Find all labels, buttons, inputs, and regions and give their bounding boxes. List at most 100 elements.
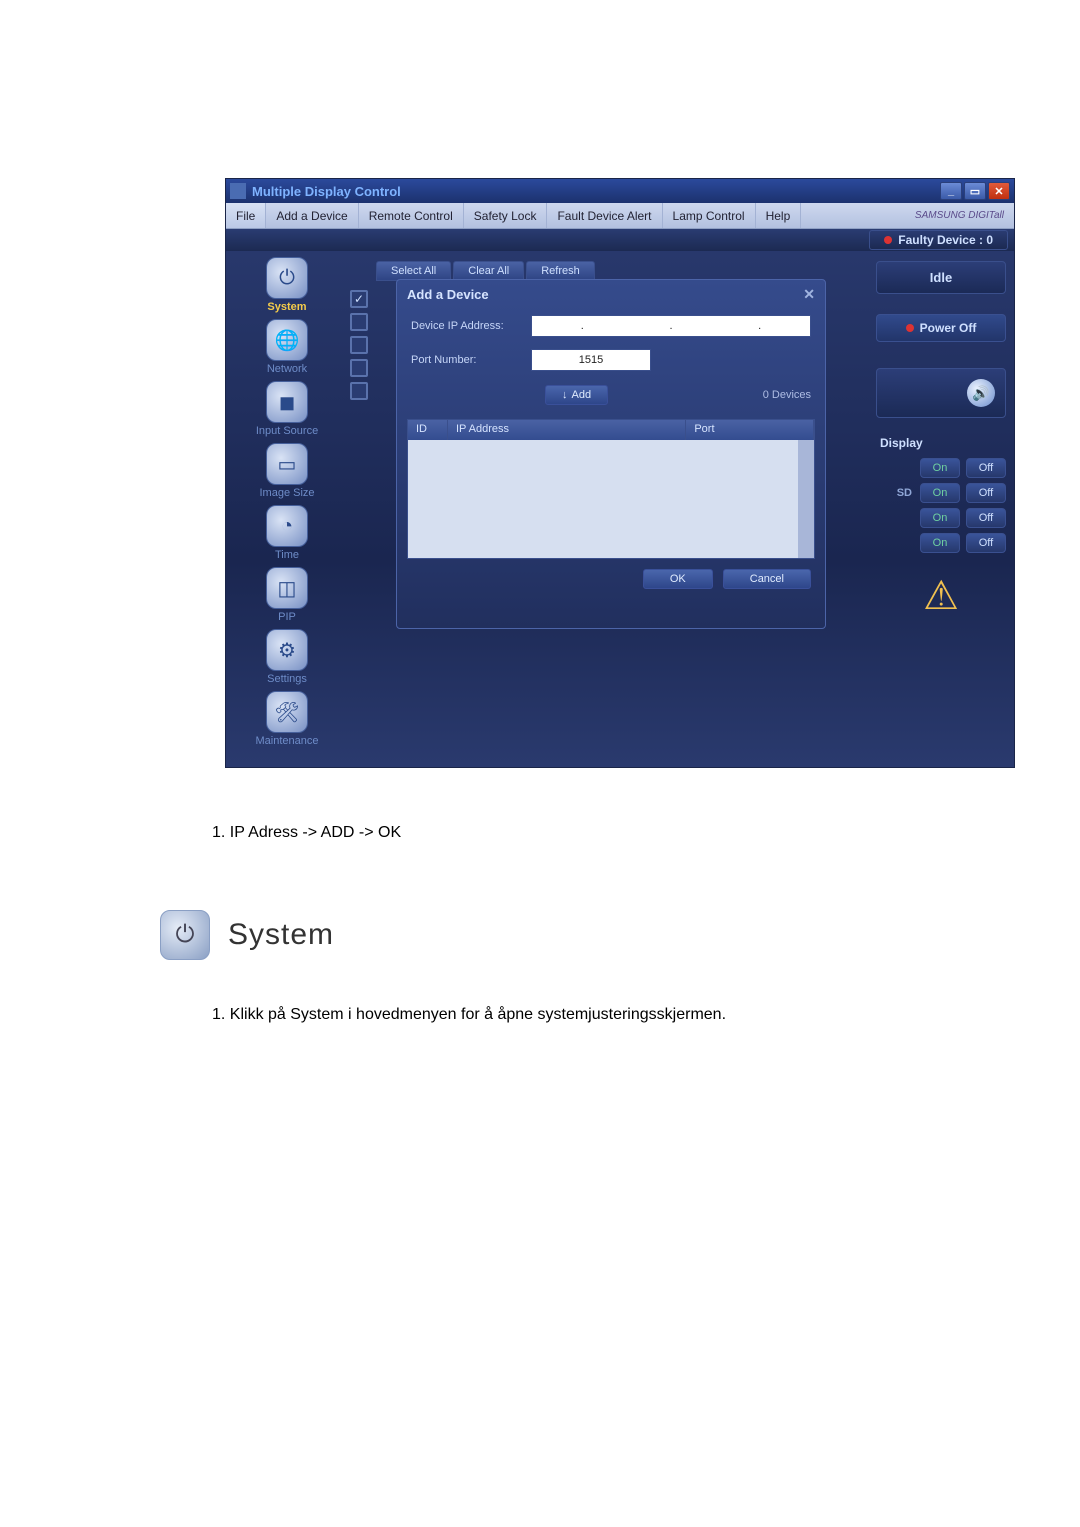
maintenance-icon: 🛠 [266, 691, 308, 733]
checkbox-column: ✓ [350, 285, 374, 405]
add-device-dialog: Add a Device ✕ Device IP Address: ... Po… [396, 279, 826, 629]
minimize-button[interactable]: _ [940, 182, 962, 200]
sidebar-label: Settings [232, 673, 342, 685]
menu-help[interactable]: Help [756, 203, 802, 228]
menu-add-device[interactable]: Add a Device [266, 203, 358, 228]
sidebar-label: Image Size [232, 487, 342, 499]
system-icon: ⏻ [266, 257, 308, 299]
sidebar-label: Network [232, 363, 342, 375]
left-sidebar: ⏻ System 🌐 Network ◼ Input Source ▭ Imag… [232, 251, 342, 761]
add-button-label: Add [572, 389, 592, 401]
status-sub-bar: Faulty Device : 0 [226, 229, 1014, 251]
on-button[interactable]: On [920, 458, 960, 478]
col-ip-address: IP Address [448, 420, 686, 440]
ok-button[interactable]: OK [643, 569, 713, 589]
fault-dot-icon [884, 236, 892, 244]
main-area: Select All Clear All Refresh ⏻ System 🌐 … [226, 251, 1014, 767]
menu-lamp-control[interactable]: Lamp Control [663, 203, 756, 228]
sidebar-item-maintenance[interactable]: 🛠 Maintenance [232, 691, 342, 747]
sidebar-item-system[interactable]: ⏻ System [232, 257, 342, 313]
settings-icon: ⚙ [266, 629, 308, 671]
cancel-button[interactable]: Cancel [723, 569, 811, 589]
tab-select-all[interactable]: Select All [376, 261, 451, 281]
add-button[interactable]: ↓ Add [545, 385, 608, 405]
device-checkbox[interactable] [350, 382, 368, 400]
device-checkbox[interactable] [350, 359, 368, 377]
devices-count: 0 Devices [763, 389, 811, 401]
power-off-label: Power Off [920, 321, 977, 335]
window-title: Multiple Display Control [252, 184, 401, 199]
menu-file[interactable]: File [226, 203, 266, 228]
toolbar-tabs: Select All Clear All Refresh [376, 261, 595, 281]
app-window: Multiple Display Control _ ▭ ✕ File Add … [225, 178, 1015, 768]
faulty-device-badge: Faulty Device : 0 [869, 230, 1008, 250]
sd-label: SD [897, 487, 912, 499]
close-button[interactable]: ✕ [988, 182, 1010, 200]
device-checkbox[interactable]: ✓ [350, 290, 368, 308]
on-button[interactable]: On [920, 483, 960, 503]
grid-body [408, 440, 814, 559]
faulty-device-text: Faulty Device : 0 [898, 233, 993, 247]
port-row: Port Number: 1515 [397, 343, 825, 377]
device-checkbox[interactable] [350, 313, 368, 331]
onoff-row: On Off [876, 508, 1006, 528]
onoff-row: On Off [876, 458, 1006, 478]
speaker-icon[interactable]: 🔊 [967, 379, 995, 407]
maximize-button[interactable]: ▭ [964, 182, 986, 200]
sidebar-label: Time [232, 549, 342, 561]
device-checkbox[interactable] [350, 336, 368, 354]
grid-scrollbar[interactable] [798, 440, 814, 558]
port-number-input[interactable]: 1515 [531, 349, 651, 371]
off-button[interactable]: Off [966, 508, 1006, 528]
dialog-buttons: OK Cancel [397, 559, 825, 599]
tab-clear-all[interactable]: Clear All [453, 261, 524, 281]
on-button[interactable]: On [920, 508, 960, 528]
sidebar-item-network[interactable]: 🌐 Network [232, 319, 342, 375]
off-button[interactable]: Off [966, 483, 1006, 503]
device-grid: ID IP Address Port [407, 419, 815, 559]
menu-remote-control[interactable]: Remote Control [359, 203, 464, 228]
display-group-label: Display [876, 436, 1006, 450]
dialog-title-bar: Add a Device ✕ [397, 280, 825, 309]
time-icon: ◔ [266, 505, 308, 547]
app-icon [230, 183, 246, 199]
tab-refresh[interactable]: Refresh [526, 261, 595, 281]
dialog-close-button[interactable]: ✕ [803, 286, 815, 303]
off-button[interactable]: Off [966, 458, 1006, 478]
sidebar-label: PIP [232, 611, 342, 623]
brand-label: SAMSUNG DIGITall [905, 203, 1014, 228]
on-button[interactable]: On [920, 533, 960, 553]
dialog-title: Add a Device [407, 287, 489, 302]
sidebar-label: System [232, 301, 342, 313]
warning-icon: ⚠ [909, 571, 973, 621]
add-row: ↓ Add 0 Devices [397, 377, 825, 413]
onoff-row: SD On Off [876, 483, 1006, 503]
sidebar-item-image-size[interactable]: ▭ Image Size [232, 443, 342, 499]
document-text: 1. IP Adress -> ADD -> OK ⏻ System 1. Kl… [212, 824, 942, 1024]
sidebar-item-time[interactable]: ◔ Time [232, 505, 342, 561]
onoff-row: On Off [876, 533, 1006, 553]
menu-fault-alert[interactable]: Fault Device Alert [547, 203, 662, 228]
off-button[interactable]: Off [966, 533, 1006, 553]
sidebar-item-input-source[interactable]: ◼ Input Source [232, 381, 342, 437]
download-arrow-icon: ↓ [562, 389, 568, 401]
doc-step-1: 1. IP Adress -> ADD -> OK [212, 824, 942, 842]
power-dot-icon [906, 324, 914, 332]
right-panel: Idle Power Off 🔊 Display On Off SD On Of… [876, 261, 1006, 621]
sidebar-item-pip[interactable]: ◫ PIP [232, 567, 342, 623]
sidebar-item-settings[interactable]: ⚙ Settings [232, 629, 342, 685]
volume-box: 🔊 [876, 368, 1006, 418]
ip-address-input[interactable]: ... [531, 315, 811, 337]
col-port: Port [686, 420, 814, 440]
grid-header: ID IP Address Port [408, 420, 814, 440]
menu-bar: File Add a Device Remote Control Safety … [226, 203, 1014, 229]
ip-row: Device IP Address: ... [397, 309, 825, 343]
sidebar-label: Maintenance [232, 735, 342, 747]
menu-safety-lock[interactable]: Safety Lock [464, 203, 548, 228]
ip-label: Device IP Address: [411, 320, 531, 332]
power-off-button[interactable]: Power Off [876, 314, 1006, 342]
input-source-icon: ◼ [266, 381, 308, 423]
title-bar: Multiple Display Control _ ▭ ✕ [226, 179, 1014, 203]
status-idle: Idle [876, 261, 1006, 294]
onoff-rows: On Off SD On Off On Off On Off [876, 458, 1006, 553]
